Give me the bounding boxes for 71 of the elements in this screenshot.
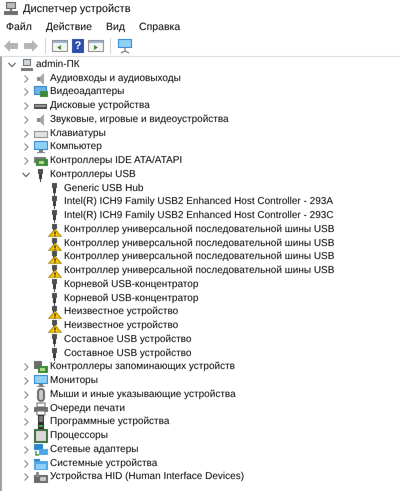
tree-item[interactable]: admin-ПК	[35, 58, 81, 71]
expand-chevron-icon[interactable]	[22, 404, 30, 413]
expand-chevron-icon[interactable]	[22, 116, 30, 124]
menu-item[interactable]: Вид	[106, 21, 125, 33]
expand-chevron-icon[interactable]	[22, 170, 30, 179]
display-adapter-icon	[34, 85, 48, 100]
monitor-icon	[34, 140, 48, 154]
properties-icon[interactable]	[52, 39, 68, 53]
tree-item[interactable]: Клавиатуры	[49, 128, 107, 140]
tree-item[interactable]: Контроллер универсальной последовательной шины USB	[63, 224, 336, 236]
printer-icon	[34, 402, 48, 416]
tree-item[interactable]: Intel(R) ICH9 Family USB2 Enhanced Host Controller - 293A	[63, 196, 334, 208]
tree-item[interactable]: Системные устройства	[49, 458, 158, 470]
tree-item[interactable]: Устройства HID (Human Interface Devices)	[49, 471, 246, 484]
tree-item[interactable]: Контроллер универсальной последовательной шины USB	[63, 251, 336, 264]
tree-item[interactable]: Generic USB Hub	[63, 182, 144, 195]
expand-chevron-icon[interactable]	[22, 143, 30, 152]
window-title: Диспетчер устройств	[23, 3, 131, 15]
app-icon	[4, 2, 18, 16]
menu-item[interactable]: Файл	[6, 21, 32, 33]
tree-item[interactable]: Компьютер	[49, 141, 103, 154]
update-driver-icon[interactable]	[88, 39, 104, 53]
tree-item[interactable]: Процессоры	[49, 430, 109, 442]
tree-item[interactable]: Контроллер универсальной последовательной шины USB	[63, 238, 336, 250]
tree-item[interactable]: Контроллеры USB	[49, 168, 137, 181]
expand-chevron-icon[interactable]	[22, 74, 30, 83]
processor-icon	[34, 429, 48, 444]
tree-item[interactable]: Составное USB устройство	[63, 334, 192, 346]
network-icon	[34, 442, 48, 457]
expand-chevron-icon[interactable]	[22, 390, 30, 399]
tree-item[interactable]: Очереди печати	[49, 402, 126, 415]
expand-chevron-icon[interactable]	[22, 418, 30, 426]
tree-item[interactable]: Контроллеры IDE ATA/ATAPI	[49, 155, 184, 168]
tree-item[interactable]: Intel(R) ICH9 Family USB2 Enhanced Host Controller - 293C	[63, 210, 335, 222]
tree-item[interactable]: Сетевые адаптеры	[49, 444, 140, 456]
circuit-board-icon	[34, 154, 48, 168]
tree-item[interactable]: Программные устройства	[49, 416, 170, 428]
tree-item[interactable]: Корневой USB-концентратор	[63, 292, 200, 305]
storage-controller-icon	[34, 360, 48, 374]
tree-item[interactable]: Неизвестное устройство	[63, 320, 180, 332]
expand-chevron-icon[interactable]	[22, 88, 30, 96]
tree-item[interactable]: Мыши и иные указывающие устройства	[49, 388, 237, 401]
tree-item[interactable]: Видеоадаптеры	[49, 86, 126, 98]
expand-chevron-icon[interactable]	[22, 157, 30, 166]
tree-item[interactable]: Корневой USB-концентратор	[63, 278, 200, 291]
expand-chevron-icon[interactable]	[22, 102, 30, 110]
hid-device-icon	[34, 470, 48, 484]
tree-item[interactable]: Контроллер универсальной последовательной шины USB	[63, 265, 336, 278]
help-button[interactable]: ?	[72, 39, 84, 53]
expand-chevron-icon[interactable]	[22, 432, 30, 440]
computer-icon	[20, 58, 34, 72]
tree-item[interactable]: Мониторы	[49, 375, 99, 388]
expand-chevron-icon[interactable]	[22, 363, 30, 372]
tree-item[interactable]: Дисковые устройства	[49, 100, 151, 112]
expand-chevron-icon[interactable]	[22, 446, 30, 454]
menu-item[interactable]: Справка	[139, 21, 180, 33]
mouse-icon	[34, 388, 48, 402]
tree-item[interactable]: Аудиовходы и аудиовыходы	[49, 72, 182, 85]
menu-item[interactable]: Действие	[46, 21, 92, 33]
tree-item[interactable]: Звуковые, игровые и видеоустройства	[49, 114, 230, 126]
expand-chevron-icon[interactable]	[22, 377, 30, 386]
expand-chevron-icon[interactable]	[8, 60, 16, 69]
folder-icon	[34, 456, 48, 471]
expand-chevron-icon[interactable]	[22, 130, 30, 138]
expand-chevron-icon[interactable]	[22, 460, 30, 468]
monitor-icon	[34, 374, 48, 388]
tree-item[interactable]: Составное USB устройство	[63, 348, 192, 360]
tree-item[interactable]: Неизвестное устройство	[63, 306, 180, 318]
expand-chevron-icon[interactable]	[22, 473, 30, 482]
tree-item[interactable]: Контроллеры запоминающих устройств	[49, 361, 236, 374]
scan-hardware-icon[interactable]	[117, 38, 135, 54]
